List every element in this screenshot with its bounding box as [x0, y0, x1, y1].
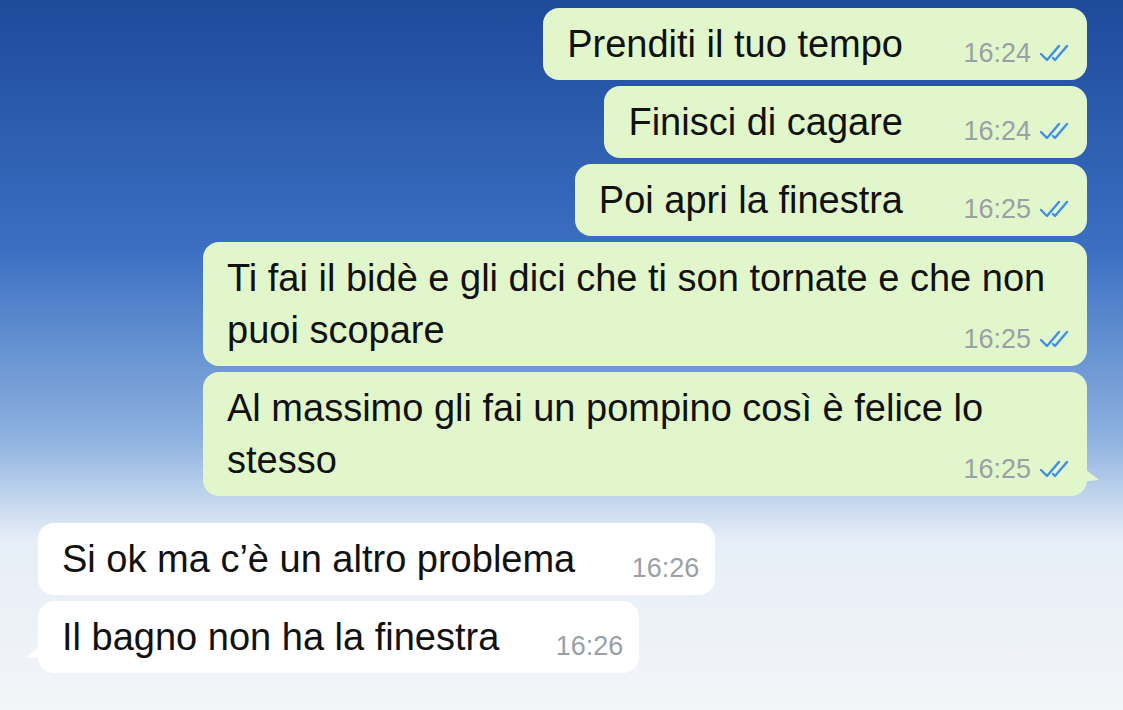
outgoing-message-bubble[interactable]: Ti fai il bidè e gli dici che ti son tor… [203, 242, 1087, 366]
outgoing-message-row: Prenditi il tuo tempo16:24 [38, 8, 1087, 80]
read-receipt-icon [1039, 459, 1071, 479]
bubble-tail-icon [1081, 466, 1099, 482]
outgoing-message-row: Finisci di cagare16:24 [38, 86, 1087, 158]
outgoing-message-row: Ti fai il bidè e gli dici che ti son tor… [38, 242, 1087, 366]
message-time: 16:24 [963, 116, 1031, 146]
outgoing-message-row: Poi apri la finestra16:25 [38, 164, 1087, 236]
incoming-message-row: Il bagno non ha la finestra16:26 [38, 601, 1087, 673]
message-meta: 16:25 [963, 324, 1071, 354]
incoming-message-bubble[interactable]: Si ok ma c’è un altro problema16:26 [38, 523, 715, 595]
message-time: 16:25 [963, 194, 1031, 224]
message-time: 16:25 [963, 454, 1031, 484]
message-meta: 16:25 [963, 194, 1071, 224]
outgoing-message-row: Al massimo gli fai un pompino così è fel… [38, 372, 1087, 496]
message-time: 16:26 [556, 631, 624, 661]
read-receipt-icon [1039, 199, 1071, 219]
message-text: Si ok ma c’è un altro problema [62, 538, 695, 580]
message-text: Al massimo gli fai un pompino così è fel… [227, 387, 983, 481]
incoming-message-bubble[interactable]: Il bagno non ha la finestra16:26 [38, 601, 639, 673]
message-time: 16:25 [963, 324, 1031, 354]
message-list: Prenditi il tuo tempo16:24Finisci di cag… [0, 0, 1123, 673]
outgoing-message-bubble[interactable]: Poi apri la finestra16:25 [575, 164, 1087, 236]
incoming-message-row: Si ok ma c’è un altro problema16:26 [38, 523, 1087, 595]
outgoing-message-bubble[interactable]: Finisci di cagare16:24 [604, 86, 1087, 158]
message-meta: 16:26 [632, 553, 700, 583]
outgoing-message-bubble[interactable]: Al massimo gli fai un pompino così è fel… [203, 372, 1087, 496]
outgoing-message-bubble[interactable]: Prenditi il tuo tempo16:24 [543, 8, 1087, 80]
chat-screen: Prenditi il tuo tempo16:24Finisci di cag… [0, 0, 1123, 710]
message-time: 16:26 [632, 553, 700, 583]
read-receipt-icon [1039, 43, 1071, 63]
message-meta: 16:25 [963, 454, 1071, 484]
message-meta: 16:24 [963, 38, 1071, 68]
read-receipt-icon [1039, 121, 1071, 141]
read-receipt-icon [1039, 329, 1071, 349]
message-text: Ti fai il bidè e gli dici che ti son tor… [227, 257, 1045, 351]
message-text: Il bagno non ha la finestra [62, 616, 619, 658]
bubble-tail-icon [26, 643, 44, 659]
message-meta: 16:26 [556, 631, 624, 661]
message-meta: 16:24 [963, 116, 1071, 146]
message-time: 16:24 [963, 38, 1031, 68]
